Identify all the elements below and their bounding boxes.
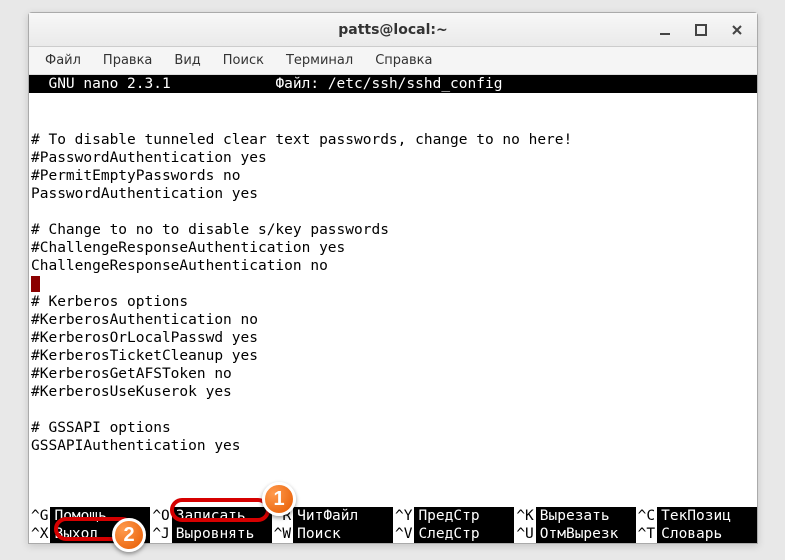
shortcut-label: ТекПозиц xyxy=(657,507,735,525)
shortcut-label: Записать xyxy=(172,507,250,525)
shortcut-help[interactable]: ^GПомощь xyxy=(29,507,150,525)
shortcut-cut[interactable]: ^KВырезать xyxy=(514,507,635,525)
nano-filename: Файл: /etc/ssh/sshd_config xyxy=(275,76,502,92)
file-line: #KerberosAuthentication no xyxy=(31,312,258,328)
menubar: Файл Правка Вид Поиск Терминал Справка xyxy=(29,47,757,75)
file-line: # GSSAPI options xyxy=(31,420,171,436)
file-line: #KerberosGetAFSToken no xyxy=(31,366,232,382)
shortcut-key: ^U xyxy=(514,525,535,543)
shortcut-label: СледСтр xyxy=(414,525,483,543)
file-line: #KerberosUseKuserok yes xyxy=(31,384,232,400)
menu-help[interactable]: Справка xyxy=(365,49,442,72)
shortcut-label: Поиск xyxy=(293,525,345,543)
file-line: #ChallengeResponseAuthentication yes xyxy=(31,240,345,256)
minimize-icon xyxy=(658,23,672,37)
shortcut-label: ПредСтр xyxy=(414,507,483,525)
shortcut-label: Вырезать xyxy=(536,507,614,525)
shortcut-label: ОтмВырезк xyxy=(536,525,623,543)
window-controls xyxy=(651,13,751,46)
close-button[interactable] xyxy=(723,19,751,41)
file-line: #KerberosTicketCleanup yes xyxy=(31,348,258,364)
shortcut-writeout[interactable]: ^OЗаписать xyxy=(150,507,271,525)
shortcut-key: ^G xyxy=(29,507,50,525)
close-icon xyxy=(730,23,744,37)
maximize-button[interactable] xyxy=(687,19,715,41)
file-line: PasswordAuthentication yes xyxy=(31,186,258,202)
menu-edit[interactable]: Правка xyxy=(93,49,162,72)
menu-search[interactable]: Поиск xyxy=(213,49,274,72)
shortcut-uncut[interactable]: ^UОтмВырезк xyxy=(514,525,635,543)
shortcut-key: ^V xyxy=(393,525,414,543)
shortcut-exit[interactable]: ^XВыход xyxy=(29,525,150,543)
nano-version: GNU nano 2.3.1 xyxy=(31,76,171,92)
shortcut-key: ^C xyxy=(636,507,657,525)
menu-file[interactable]: Файл xyxy=(35,49,91,72)
shortcut-spell[interactable]: ^TСловарь xyxy=(636,525,757,543)
menu-view[interactable]: Вид xyxy=(164,49,210,72)
terminal-window: patts@local:~ Файл Правка Вид Поиск Терм… xyxy=(28,12,758,544)
shortcut-label: Выровнять xyxy=(172,525,259,543)
shortcut-label: Словарь xyxy=(657,525,726,543)
file-line: # To disable tunneled clear text passwor… xyxy=(31,132,572,148)
minimize-button[interactable] xyxy=(651,19,679,41)
shortcut-key: ^X xyxy=(29,525,50,543)
cursor xyxy=(31,276,40,292)
nano-shortcuts: ^GПомощь ^OЗаписать ^RЧитФайл ^YПредСтр … xyxy=(29,507,757,543)
shortcut-key: ^Y xyxy=(393,507,414,525)
shortcut-nextpage[interactable]: ^VСледСтр xyxy=(393,525,514,543)
shortcut-search[interactable]: ^WПоиск xyxy=(272,525,393,543)
titlebar: patts@local:~ xyxy=(29,13,757,47)
shortcut-row: ^XВыход ^JВыровнять ^WПоиск ^VСледСтр ^U… xyxy=(29,525,757,543)
shortcut-key: ^K xyxy=(514,507,535,525)
shortcut-curpos[interactable]: ^CТекПозиц xyxy=(636,507,757,525)
shortcut-key: ^O xyxy=(150,507,171,525)
shortcut-row: ^GПомощь ^OЗаписать ^RЧитФайл ^YПредСтр … xyxy=(29,507,757,525)
shortcut-prevpage[interactable]: ^YПредСтр xyxy=(393,507,514,525)
file-line: #PasswordAuthentication yes xyxy=(31,150,267,166)
file-line: GSSAPIAuthentication yes xyxy=(31,438,241,454)
shortcut-label: Помощь xyxy=(50,507,110,525)
terminal-area[interactable]: GNU nano 2.3.1 Файл: /etc/ssh/sshd_confi… xyxy=(29,75,757,543)
shortcut-justify[interactable]: ^JВыровнять xyxy=(150,525,271,543)
shortcut-label: Выход xyxy=(50,525,102,543)
shortcut-readfile[interactable]: ^RЧитФайл xyxy=(272,507,393,525)
file-line: # Change to no to disable s/key password… xyxy=(31,222,389,238)
window-title: patts@local:~ xyxy=(338,22,447,38)
shortcut-label: ЧитФайл xyxy=(293,507,362,525)
file-line: ChallengeResponseAuthentication no xyxy=(31,258,328,274)
nano-file-label xyxy=(171,76,276,92)
shortcut-key: ^R xyxy=(272,507,293,525)
nano-header: GNU nano 2.3.1 Файл: /etc/ssh/sshd_confi… xyxy=(29,75,757,93)
shortcut-key: ^J xyxy=(150,525,171,543)
menu-terminal[interactable]: Терминал xyxy=(276,49,363,72)
file-line: #KerberosOrLocalPasswd yes xyxy=(31,330,258,346)
maximize-icon xyxy=(694,23,708,37)
nano-body[interactable]: # To disable tunneled clear text passwor… xyxy=(29,93,757,455)
file-line: #PermitEmptyPasswords no xyxy=(31,168,241,184)
shortcut-key: ^W xyxy=(272,525,293,543)
file-line: # Kerberos options xyxy=(31,294,188,310)
shortcut-key: ^T xyxy=(636,525,657,543)
